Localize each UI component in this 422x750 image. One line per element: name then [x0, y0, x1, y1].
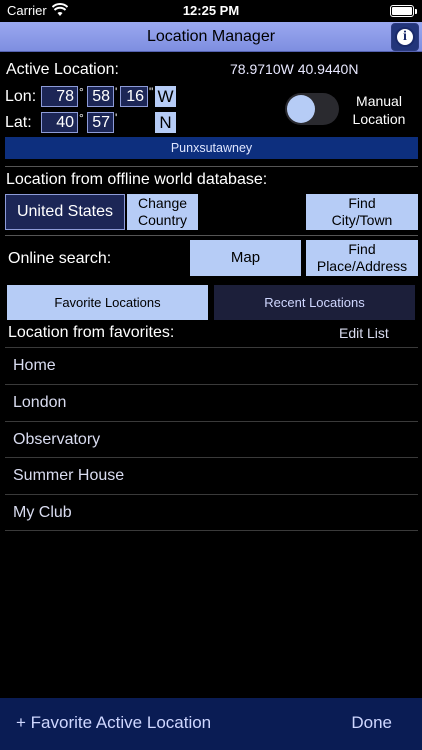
lon-hemisphere-button[interactable]: W [155, 86, 176, 107]
favorite-item-home[interactable]: Home [13, 348, 418, 384]
bottom-toolbar: + Favorite Active Location Done [0, 698, 422, 750]
favorite-item-london[interactable]: London [13, 385, 418, 421]
find-place-button[interactable]: Find Place/Address [306, 240, 418, 276]
find-place-label-1: Find [348, 241, 376, 257]
lat-hemisphere-button[interactable]: N [155, 112, 176, 133]
lon-minute-symbol: ' [115, 85, 118, 99]
clock: 12:25 PM [182, 3, 240, 18]
lon-degree-symbol: ° [79, 85, 84, 99]
favorite-item-my-club[interactable]: My Club [13, 495, 418, 531]
online-search-label: Online search: [8, 250, 112, 267]
toggle-knob [287, 95, 315, 123]
manual-location-toggle[interactable] [285, 93, 339, 125]
battery-icon [390, 5, 417, 17]
favorite-item-summer-house[interactable]: Summer House [13, 458, 418, 494]
title-bar: Location Manager i [0, 22, 422, 52]
find-city-button[interactable]: Find City/Town [306, 194, 418, 230]
lat-label: Lat: [5, 114, 32, 131]
manual-location-label: Manual Location [343, 92, 415, 128]
divider [5, 166, 418, 167]
lat-degree-symbol: ° [79, 111, 84, 125]
lon-second-symbol: " [149, 85, 154, 99]
lat-degrees-field[interactable]: 40 [41, 112, 78, 133]
done-button[interactable]: Done [351, 713, 392, 733]
tab-recent-locations[interactable]: Recent Locations [214, 285, 415, 320]
change-country-label-1: Change [137, 195, 188, 211]
active-place-name: Punxsutawney [5, 137, 418, 159]
lon-seconds-field[interactable]: 16 [120, 86, 148, 107]
tab-favorite-locations[interactable]: Favorite Locations [7, 285, 208, 320]
lon-minutes-field[interactable]: 58 [87, 86, 114, 107]
row-divider [5, 530, 418, 531]
change-country-label-2: Country [137, 212, 188, 228]
manual-label-line2: Location [352, 111, 406, 127]
divider [5, 235, 418, 236]
add-favorite-button[interactable]: + Favorite Active Location [16, 713, 211, 733]
favorite-item-observatory[interactable]: Observatory [13, 422, 418, 458]
favorites-label: Location from favorites: [8, 324, 175, 341]
offline-database-label: Location from offline world database: [6, 171, 268, 188]
page-title: Location Manager [146, 28, 276, 45]
find-place-label-2: Place/Address [316, 258, 408, 274]
lat-minutes-field[interactable]: 57 [87, 112, 114, 133]
find-city-label-1: Find [348, 195, 376, 211]
lon-degrees-field[interactable]: 78 [41, 86, 78, 107]
info-button[interactable]: i [391, 23, 419, 51]
manual-label-line1: Manual [356, 93, 402, 109]
status-bar: Carrier 12:25 PM [0, 0, 422, 22]
find-city-label-2: City/Town [331, 212, 393, 228]
coordinates-readout: 78.9710W 40.9440N [230, 61, 359, 77]
info-icon: i [395, 27, 415, 47]
edit-list-button[interactable]: Edit List [339, 325, 389, 341]
active-location-label: Active Location: [6, 61, 119, 78]
change-country-button[interactable]: Change Country [127, 194, 198, 230]
lat-minute-symbol: ' [115, 111, 118, 125]
map-button[interactable]: Map [190, 240, 301, 276]
country-field[interactable]: United States [5, 194, 125, 230]
lon-label: Lon: [5, 88, 37, 105]
